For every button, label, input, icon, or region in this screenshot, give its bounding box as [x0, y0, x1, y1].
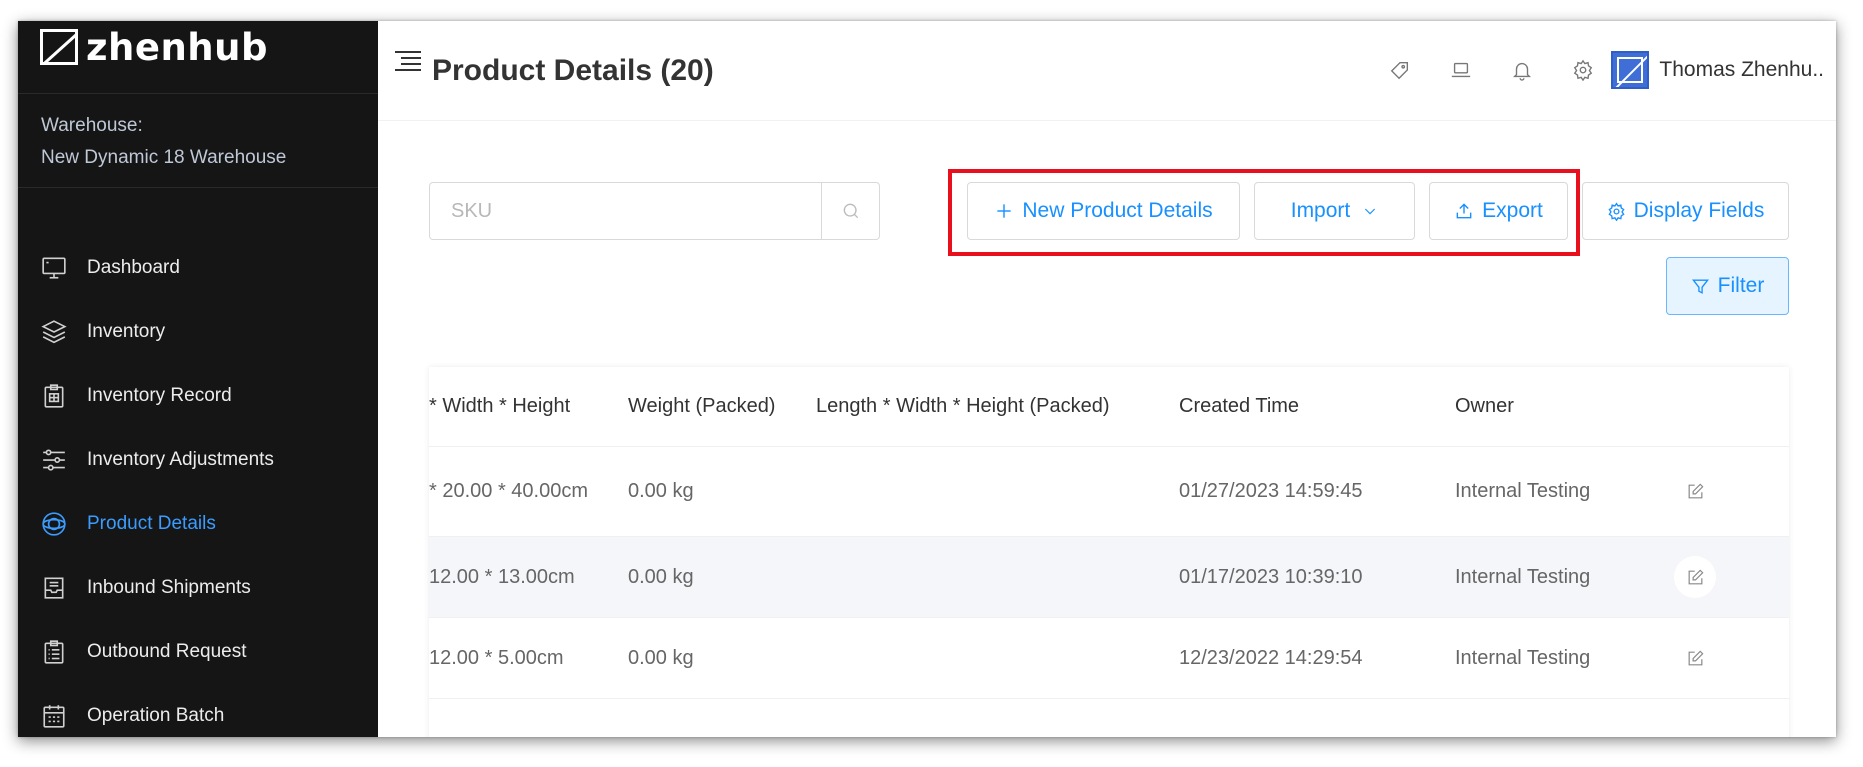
column-header[interactable]: * Width * Height — [429, 367, 570, 446]
sidebar-item-inventory-adjustments[interactable]: Inventory Adjustments — [18, 428, 378, 492]
sidebar-item-label: Inventory Record — [87, 385, 232, 406]
filter-label: Filter — [1717, 274, 1765, 297]
sidebar-item-operation-batch[interactable]: Operation Batch — [18, 684, 378, 737]
new-product-details-button[interactable]: New Product Details — [967, 182, 1240, 240]
sku-search — [429, 182, 880, 240]
display-fields-label: Display Fields — [1633, 199, 1765, 222]
bell-icon[interactable] — [1509, 57, 1535, 83]
edit-icon[interactable] — [1673, 537, 1717, 617]
table-cell: 0.00 kg — [628, 565, 694, 588]
zhenhub-logo-icon — [40, 29, 78, 65]
column-header[interactable]: Owner — [1455, 367, 1514, 446]
table-row[interactable]: 12.00 * 13.00cm 0.00 kg 01/17/2023 10:39… — [429, 537, 1789, 618]
gear-icon — [1608, 201, 1625, 221]
table-cell: 12.00 * 13.00cm — [429, 565, 575, 588]
layers-icon — [40, 318, 68, 346]
search-icon[interactable] — [821, 183, 879, 239]
table-cell: 01/27/2023 14:59:45 — [1179, 480, 1363, 502]
sidebar-item-inventory[interactable]: Inventory — [18, 300, 378, 364]
sidebar-item-label: Inventory Adjustments — [87, 449, 274, 470]
tag-icon[interactable] — [1387, 57, 1413, 83]
import-button[interactable]: Import — [1254, 182, 1415, 240]
sidebar-item-label: Outbound Request — [87, 641, 247, 662]
sidebar-divider — [18, 93, 378, 94]
import-label: Import — [1290, 199, 1351, 222]
warehouse-name[interactable]: New Dynamic 18 Warehouse — [41, 147, 286, 169]
column-header[interactable]: Created Time — [1179, 367, 1299, 446]
sidebar-item-outbound-request[interactable]: Outbound Request — [18, 620, 378, 684]
clipboard-icon — [40, 382, 68, 410]
warehouse-label: Warehouse: — [41, 115, 143, 136]
table-header-row: * Width * Height Weight (Packed) Length … — [429, 367, 1789, 447]
sliders-icon — [40, 446, 68, 474]
avatar[interactable] — [1611, 51, 1650, 89]
sidebar-item-inventory-record[interactable]: Inventory Record — [18, 364, 378, 428]
edit-icon[interactable] — [1673, 447, 1717, 536]
table-cell: Internal Testing — [1455, 565, 1591, 588]
table-cell: * 20.00 * 40.00cm — [429, 480, 588, 502]
sku-search-input[interactable] — [430, 183, 821, 239]
brand-logo[interactable]: zhenhub — [40, 21, 268, 77]
header-actions: Thomas Zhenhu.. — [1387, 51, 1824, 89]
filter-button[interactable]: Filter — [1666, 257, 1789, 315]
page-title: Product Details (20) — [432, 54, 714, 87]
sidebar-nav: Dashboard Inventory Inventory Record Inv… — [18, 236, 378, 737]
table-cell: 0.00 kg — [628, 646, 694, 669]
laptop-icon[interactable] — [1448, 57, 1474, 83]
gear-icon[interactable] — [1570, 57, 1596, 83]
sidebar: zhenhub Warehouse: New Dynamic 18 Wareho… — [18, 21, 378, 737]
calendar-icon — [40, 702, 68, 730]
filter-icon — [1691, 278, 1709, 294]
export-label: Export — [1482, 199, 1543, 222]
edit-icon[interactable] — [1673, 618, 1717, 698]
chevron-down-icon — [1365, 208, 1376, 215]
app-window: zhenhub Warehouse: New Dynamic 18 Wareho… — [18, 21, 1836, 737]
brand-name: zhenhub — [86, 25, 268, 69]
table-cell: Internal Testing — [1455, 646, 1591, 669]
sidebar-item-label: Product Details — [87, 513, 216, 534]
sidebar-item-label: Inbound Shipments — [87, 577, 251, 598]
sidebar-item-inbound-shipments[interactable]: Inbound Shipments — [18, 556, 378, 620]
menu-toggle-icon[interactable] — [395, 51, 421, 73]
sidebar-item-label: Dashboard — [87, 257, 180, 278]
table-row[interactable]: * 20.00 * 40.00cm 0.00 kg 01/27/2023 14:… — [429, 447, 1789, 537]
column-header[interactable]: Length * Width * Height (Packed) — [816, 367, 1110, 446]
table-cell: Internal Testing — [1455, 480, 1591, 502]
sidebar-item-label: Operation Batch — [87, 705, 225, 726]
upload-icon — [1456, 203, 1472, 219]
sidebar-item-product-details[interactable]: Product Details — [18, 492, 378, 556]
table-cell: 12.00 * 5.00cm — [429, 646, 564, 669]
sidebar-divider — [18, 187, 378, 188]
product-table: * Width * Height Weight (Packed) Length … — [429, 367, 1789, 737]
top-header: Product Details (20) Thomas Zhenhu.. — [378, 21, 1836, 121]
user-name[interactable]: Thomas Zhenhu.. — [1659, 58, 1824, 82]
sidebar-item-label: Inventory — [87, 321, 166, 342]
sidebar-item-dashboard[interactable]: Dashboard — [18, 236, 378, 300]
column-header[interactable]: Weight (Packed) — [628, 367, 775, 446]
plus-icon — [997, 204, 1012, 218]
table-row[interactable]: 12.00 * 5.00cm 0.00 kg 12/23/2022 14:29:… — [429, 618, 1789, 699]
new-product-details-label: New Product Details — [1022, 199, 1213, 222]
product-icon — [40, 510, 68, 538]
monitor-icon — [40, 254, 68, 282]
export-button[interactable]: Export — [1429, 182, 1568, 240]
table-cell: 01/17/2023 10:39:10 — [1179, 565, 1363, 588]
display-fields-button[interactable]: Display Fields — [1582, 182, 1789, 240]
table-cell: 0.00 kg — [628, 480, 694, 502]
checklist-icon — [40, 638, 68, 666]
table-cell: 12/23/2022 14:29:54 — [1179, 646, 1363, 669]
inbox-icon — [40, 574, 68, 602]
